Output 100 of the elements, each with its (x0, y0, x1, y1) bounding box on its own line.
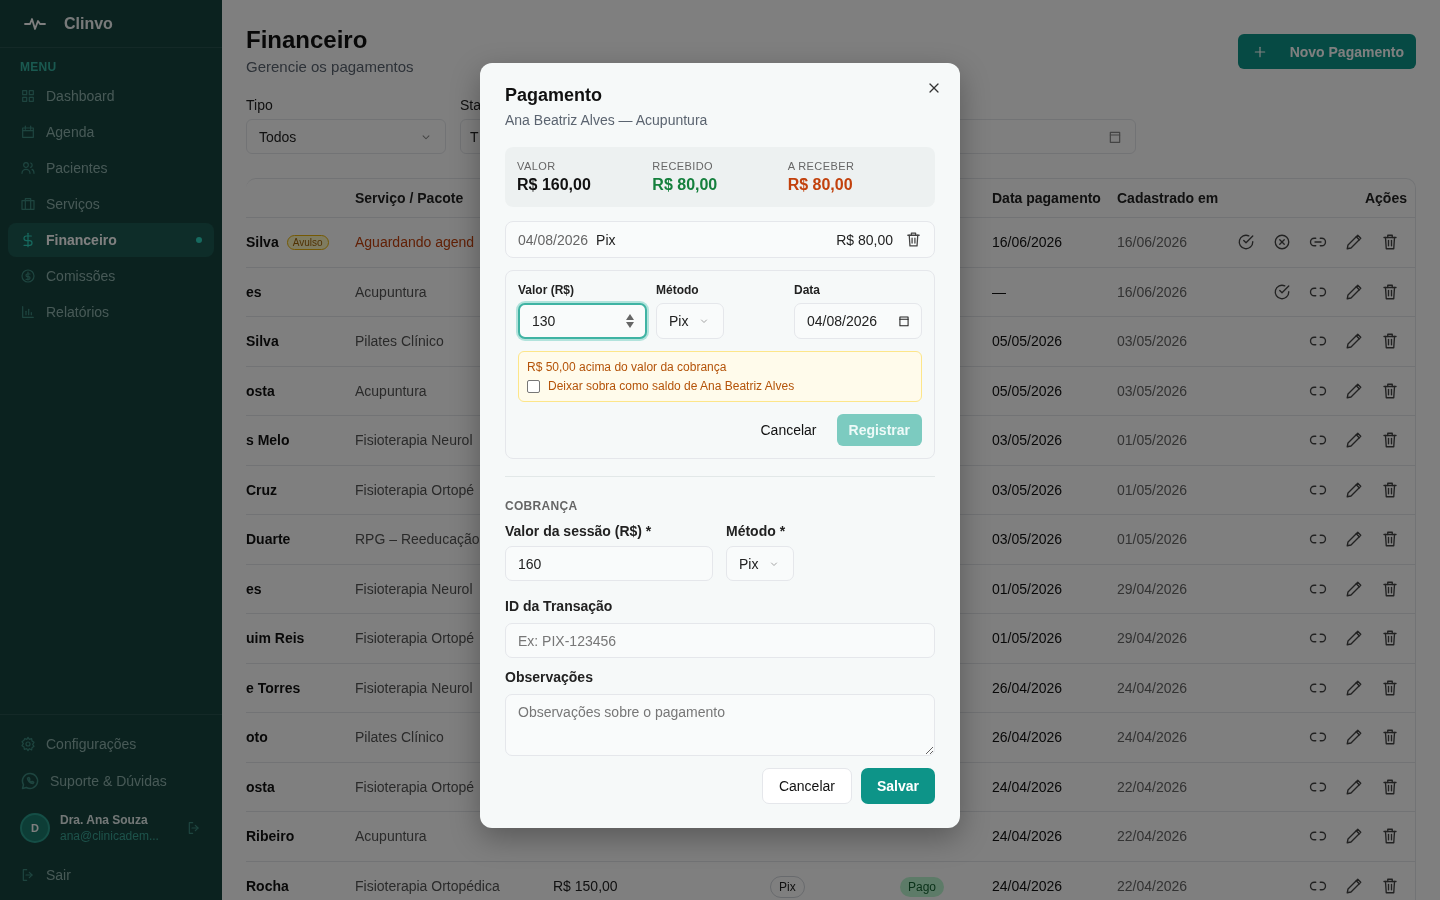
field-label: ID da Transação (505, 598, 613, 614)
table-cell: Ribeiro (246, 828, 295, 845)
table-cell: R$ 150,00 (553, 877, 618, 894)
amount-field[interactable]: 130 (518, 303, 647, 339)
pencil-icon (1345, 431, 1363, 450)
table-cell: Fisioterapia Ortopédica (355, 877, 500, 894)
sidebar-item[interactable]: Configurações (8, 727, 214, 761)
pencil-icon (1345, 233, 1363, 252)
table-cell: Aguardando agend (355, 234, 475, 251)
sidebar-item[interactable]: Agenda (8, 115, 214, 149)
pencil-icon (1345, 530, 1363, 549)
table-cell: Fisioterapia Neurol (355, 580, 473, 597)
sidebar-item[interactable]: Pacientes (8, 151, 214, 185)
table-cell: 16/06/2026 (1117, 283, 1188, 300)
sidebar-item[interactable]: Dashboard (8, 79, 214, 113)
sidebar-item[interactable]: Comissões (8, 259, 214, 293)
pencil-icon (1345, 728, 1363, 747)
new-payment-button[interactable]: Novo Pagamento (1237, 34, 1416, 69)
table-cell: 16/06/2026 (992, 234, 1063, 251)
sidebar-item[interactable]: Relatórios (8, 295, 214, 329)
x-circle-icon (1273, 233, 1291, 252)
summary-value: R$ 80,00 (787, 176, 854, 194)
user-avatar: D (20, 813, 50, 843)
field-label: Método (656, 283, 700, 297)
chat-icon (20, 771, 40, 791)
trash-icon (1381, 827, 1399, 846)
table-cell: 03/05/2026 (1117, 382, 1188, 399)
pencil-icon (1345, 827, 1363, 846)
table-cell: Pilates Clínico (355, 333, 444, 350)
trash-icon (1381, 431, 1399, 450)
method-select[interactable]: Pix (656, 303, 724, 339)
table-cell: 29/04/2026 (1117, 630, 1188, 647)
table-cell: 24/04/2026 (1117, 679, 1188, 696)
checkbox[interactable] (527, 379, 540, 393)
pencil-icon (1345, 282, 1363, 301)
trash-icon (1381, 629, 1399, 648)
date-field[interactable]: 04/08/2026 (794, 303, 922, 339)
input-field[interactable]: Ex: PIX-123456 (505, 623, 935, 658)
table-cell: Silva (246, 333, 279, 350)
field-label: Observações (505, 669, 593, 685)
table-cell: 22/04/2026 (1117, 828, 1188, 845)
column-header: Cadastrado em (1117, 190, 1219, 206)
active-dot (196, 237, 202, 243)
calendar-icon (20, 124, 36, 140)
trash-icon (1381, 777, 1399, 796)
briefcase-icon (20, 196, 36, 212)
field-label: Data (794, 283, 821, 297)
filter-select[interactable]: Todos (246, 119, 446, 154)
trash-icon (1381, 728, 1399, 747)
pencil-icon (1345, 332, 1363, 351)
summary-label: RECEBIDO (652, 160, 714, 172)
trash-icon (1381, 530, 1399, 549)
summary-value: R$ 160,00 (517, 176, 592, 194)
table-cell: 01/05/2026 (1117, 481, 1188, 498)
filter-label: Sta (460, 97, 482, 113)
cancel-button[interactable]: Cancelar (760, 422, 817, 438)
table-cell: 26/04/2026 (992, 679, 1063, 696)
pencil-icon (1345, 480, 1363, 499)
dialog-subtitle: Ana Beatriz Alves — Acupuntura (505, 112, 709, 128)
trash-icon (1381, 332, 1399, 351)
table-cell: 01/05/2026 (992, 580, 1063, 597)
text-area[interactable]: Observações sobre o pagamento (505, 694, 935, 756)
summary-label: VALOR (517, 160, 557, 172)
table-cell: 22/04/2026 (1117, 778, 1188, 795)
logout-link[interactable]: Sair (8, 858, 214, 892)
delete-button[interactable] (905, 231, 922, 248)
people-icon (20, 160, 36, 176)
table-cell: uim Reis (246, 630, 305, 647)
trash-icon (1381, 876, 1399, 895)
field-label: Valor da sessão (R$) * (505, 523, 653, 539)
pencil-icon (1345, 381, 1363, 400)
pencil-icon (1345, 629, 1363, 648)
table-cell: Fisioterapia Neurol (355, 432, 473, 449)
method-select[interactable]: Pix (726, 546, 794, 581)
table-cell: Duarte (246, 531, 291, 548)
table-cell: Fisioterapia Ortopé (355, 630, 475, 647)
table-cell: 03/05/2026 (992, 531, 1063, 548)
save-button[interactable]: Salvar (860, 768, 935, 804)
input-field[interactable]: 160 (505, 546, 713, 581)
cancel-button[interactable]: Cancelar (761, 768, 852, 804)
sidebar-item[interactable]: Suporte & Dúvidas (8, 764, 214, 798)
column-header: Data pagamento (992, 190, 1101, 206)
table-cell: 01/05/2026 (1117, 531, 1188, 548)
grid-icon (20, 88, 36, 104)
dialog-title: Pagamento (505, 85, 604, 106)
table-cell: 03/05/2026 (992, 481, 1063, 498)
table-cell: 26/04/2026 (992, 729, 1063, 746)
warning-message: R$ 50,00 acima do valor da cobrança (527, 360, 728, 374)
table-cell: oto (246, 729, 268, 746)
table-cell: 01/05/2026 (1117, 432, 1188, 449)
sidebar-item[interactable]: Serviços (8, 187, 214, 221)
table-cell: Pilates Clínico (355, 729, 444, 746)
table-cell: 03/05/2026 (1117, 333, 1188, 350)
table-cell: Silva (246, 234, 279, 251)
pencil-icon (1345, 876, 1363, 895)
page-title: Financeiro (246, 26, 369, 54)
table-cell: Rocha (246, 877, 289, 894)
pencil-icon (1345, 678, 1363, 697)
table-cell: Fisioterapia Neurol (355, 679, 473, 696)
sidebar-item[interactable]: Financeiro (8, 223, 214, 257)
